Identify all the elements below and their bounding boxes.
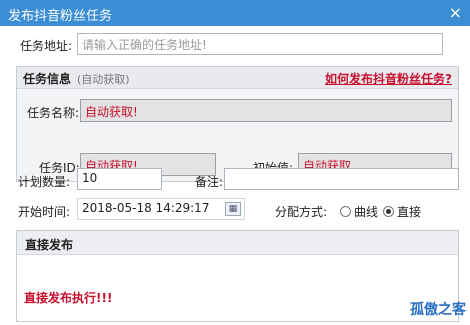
mode-option-curve[interactable]: 曲线 (340, 203, 378, 220)
dialog-body: 任务地址: 请输入正确的任务地址! 任务信息 (自动获取) 如何发布抖音粉丝任务… (0, 26, 470, 325)
task-name-field: 自动获取! (80, 99, 452, 122)
remark-label: 备注: (195, 175, 224, 189)
task-info-subtitle: (自动获取) (77, 73, 130, 86)
close-icon[interactable]: × (449, 3, 462, 22)
remark-input[interactable] (224, 168, 459, 190)
title-bar: 发布抖音粉丝任务 × (0, 0, 470, 26)
radio-selected-icon (383, 206, 394, 217)
start-time-label: 开始时间: (18, 205, 71, 219)
task-address-placeholder: 请输入正确的任务地址! (82, 38, 207, 52)
task-info-header: 任务信息 (自动获取) 如何发布抖音粉丝任务? (17, 67, 458, 89)
quantity-label: 计划数量: (18, 175, 71, 189)
start-time-picker[interactable]: 2018-05-18 14:29:17 ▦ (77, 198, 245, 220)
mode-label: 分配方式: (275, 205, 328, 219)
panel-title: 直接发布 (25, 238, 74, 252)
panel-header: 直接发布 (17, 231, 458, 255)
window-title: 发布抖音粉丝任务 (8, 9, 113, 24)
start-time-value: 2018-05-18 14:29:17 (82, 201, 210, 215)
execute-message: 直接发布执行!!! (24, 291, 113, 305)
quantity-input[interactable]: 10 (77, 168, 162, 190)
direct-publish-panel: 直接发布 直接发布执行!!! (16, 230, 459, 322)
help-link[interactable]: 如何发布抖音粉丝任务? (325, 70, 452, 87)
task-address-label: 任务地址: (20, 39, 73, 53)
mode-option-direct-label: 直接 (397, 205, 422, 219)
radio-icon (340, 206, 351, 217)
task-info-title: 任务信息 (23, 72, 72, 86)
task-name-label: 任务名称: (27, 106, 80, 120)
watermark-logo: 孤傲之客 (410, 302, 466, 318)
calendar-icon[interactable]: ▦ (225, 202, 241, 216)
task-info-group: 任务信息 (自动获取) 如何发布抖音粉丝任务? 任务名称: 自动获取! 任务ID… (16, 66, 459, 182)
task-address-input[interactable]: 请输入正确的任务地址! (77, 33, 443, 55)
mode-option-direct[interactable]: 直接 (383, 203, 421, 220)
mode-option-curve-label: 曲线 (354, 205, 379, 219)
